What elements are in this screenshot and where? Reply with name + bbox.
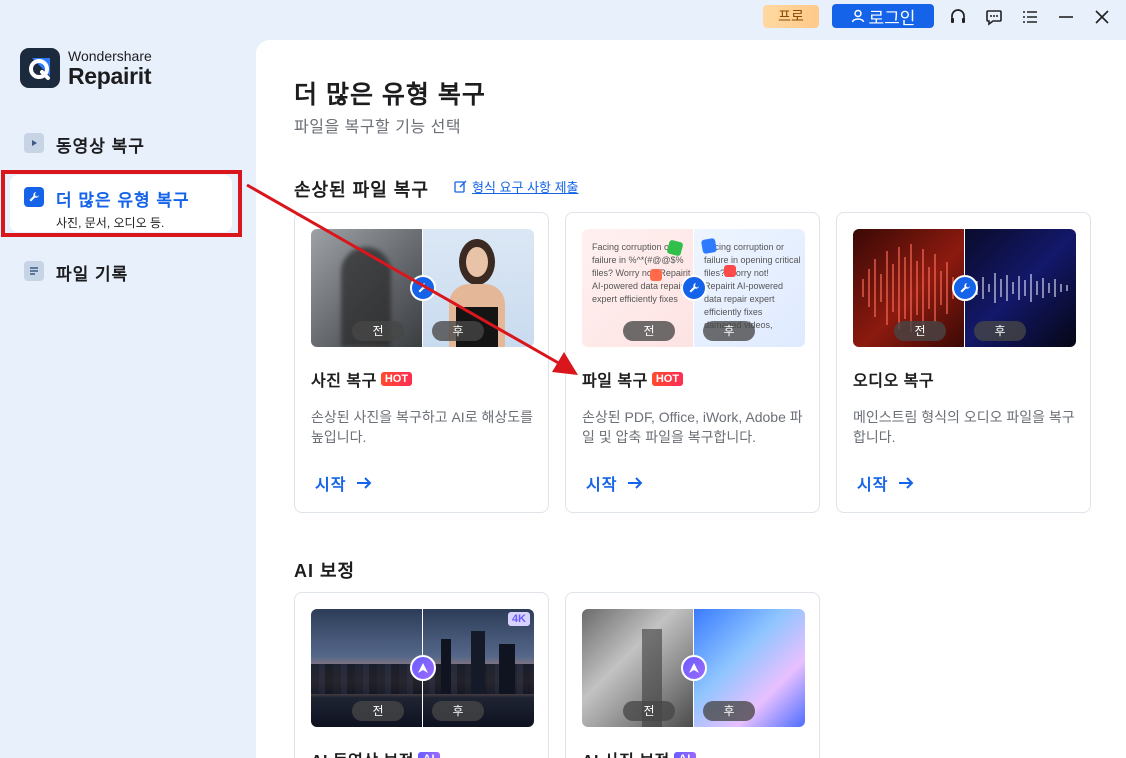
card-title: AI 동영상 보정 AI xyxy=(311,747,440,758)
format-request-label: 형식 요구 사항 제출 xyxy=(472,180,579,195)
title-bar: 프로 로그인 xyxy=(0,0,1126,34)
start-button[interactable]: 시작 xyxy=(857,471,914,495)
page-subtitle: 파일을 복구할 기능 선택 xyxy=(294,119,462,136)
ai-photo-thumbnail: 전 후 xyxy=(582,609,805,727)
hot-badge: HOT xyxy=(380,372,413,386)
audio-repair-card[interactable]: 전 후 오디오 복구 메인스트림 형식의 오디오 파일을 복구합니다. 시작 xyxy=(836,212,1091,513)
photo-repair-thumbnail: 전 후 xyxy=(311,229,534,347)
card-description: 손상된 사진을 복구하고 AI로 해상도를 높입니다. xyxy=(311,409,533,445)
file-repair-card[interactable]: Facing corruption or failure in %^*(#@@$… xyxy=(565,212,820,513)
card-description: 손상된 PDF, Office, iWork, Adobe 파일 및 압축 파일… xyxy=(582,409,803,445)
after-badge: 후 xyxy=(432,321,484,341)
before-badge: 전 xyxy=(623,321,675,341)
sidebar-item-file-history[interactable]: 파일 기록 xyxy=(24,260,128,285)
ai-video-enhance-card[interactable]: 4K 전 후 AI 동영상 보정 AI xyxy=(294,592,549,758)
brand-name: Repairit xyxy=(68,62,152,89)
wrench-icon xyxy=(951,275,978,301)
sidebar-item-label: 동영상 복구 xyxy=(56,137,145,156)
arrow-right-icon xyxy=(899,477,914,489)
login-button[interactable]: 로그인 xyxy=(832,4,934,28)
before-badge: 전 xyxy=(894,321,946,341)
card-title: 사진 복구 HOT xyxy=(311,367,413,391)
card-title: 오디오 복구 xyxy=(853,367,934,391)
pro-button[interactable]: 프로 xyxy=(763,5,819,28)
repairit-logo-icon xyxy=(20,48,60,88)
card-title: 파일 복구 HOT xyxy=(582,367,684,391)
start-label: 시작 xyxy=(857,477,889,494)
brand-top: Wondershare xyxy=(68,47,152,64)
before-badge: 전 xyxy=(623,701,675,721)
ai-enhance-icon xyxy=(680,655,707,681)
close-icon[interactable] xyxy=(1092,7,1112,27)
card-description: 메인스트림 형식의 오디오 파일을 복구합니다. xyxy=(853,409,1075,445)
main-panel: 더 많은 유형 복구 파일을 복구할 기능 선택 손상된 파일 복구 형식 요구… xyxy=(256,40,1126,758)
arrow-right-icon xyxy=(628,477,643,489)
ai-badge: AI xyxy=(673,752,696,758)
4k-badge: 4K xyxy=(507,612,530,626)
card-title-text: 사진 복구 xyxy=(311,373,377,390)
ai-video-thumbnail: 4K 전 후 xyxy=(311,609,534,727)
after-badge: 후 xyxy=(432,701,484,721)
hot-badge: HOT xyxy=(651,372,684,386)
arrow-right-icon xyxy=(357,477,372,489)
section-title-ai: AI 보정 xyxy=(294,561,356,581)
audio-repair-thumbnail: 전 후 xyxy=(853,229,1076,347)
start-label: 시작 xyxy=(586,477,618,494)
card-title: AI 사진 보정 AI xyxy=(582,747,696,758)
ai-enhance-icon xyxy=(409,655,436,681)
file-list-icon xyxy=(24,261,44,281)
edit-icon xyxy=(454,180,467,193)
card-title-text: 파일 복구 xyxy=(582,373,648,390)
page-title: 더 많은 유형 복구 xyxy=(294,81,486,109)
app-logo: Wondershare Repairit xyxy=(20,48,152,88)
start-label: 시작 xyxy=(315,477,347,494)
after-badge: 후 xyxy=(703,701,755,721)
ai-photo-enhance-card[interactable]: 전 후 AI 사진 보정 AI xyxy=(565,592,820,758)
wrench-icon xyxy=(409,275,436,301)
section-title-damaged: 손상된 파일 복구 xyxy=(294,180,429,200)
chat-icon[interactable] xyxy=(984,7,1004,27)
file-repair-thumbnail: Facing corruption or failure in %^*(#@@$… xyxy=(582,229,805,347)
photo-repair-card[interactable]: 전 후 사진 복구 HOT 손상된 사진을 복구하고 AI로 해상도를 높입니다… xyxy=(294,212,549,513)
start-button[interactable]: 시작 xyxy=(586,471,643,495)
before-badge: 전 xyxy=(352,701,404,721)
before-badge: 전 xyxy=(352,321,404,341)
annotation-highlight-box xyxy=(1,170,242,237)
login-label: 로그인 xyxy=(868,8,916,28)
sidebar-item-video-repair[interactable]: 동영상 복구 xyxy=(24,132,145,157)
minimize-icon[interactable] xyxy=(1056,7,1076,27)
wrench-icon xyxy=(680,275,707,301)
after-badge: 후 xyxy=(703,321,755,341)
after-badge: 후 xyxy=(974,321,1026,341)
ai-badge: AI xyxy=(418,752,440,758)
card-title-text: AI 사진 보정 xyxy=(582,747,670,758)
video-icon xyxy=(24,133,44,153)
format-request-link[interactable]: 형식 요구 사항 제출 xyxy=(454,177,579,196)
card-title-text: 오디오 복구 xyxy=(853,373,935,390)
menu-icon[interactable] xyxy=(1020,7,1040,27)
sidebar-item-label: 파일 기록 xyxy=(56,265,129,284)
card-title-text: AI 동영상 보정 xyxy=(311,747,414,758)
headset-icon[interactable] xyxy=(948,7,968,27)
start-button[interactable]: 시작 xyxy=(315,471,372,495)
user-icon xyxy=(851,9,864,23)
